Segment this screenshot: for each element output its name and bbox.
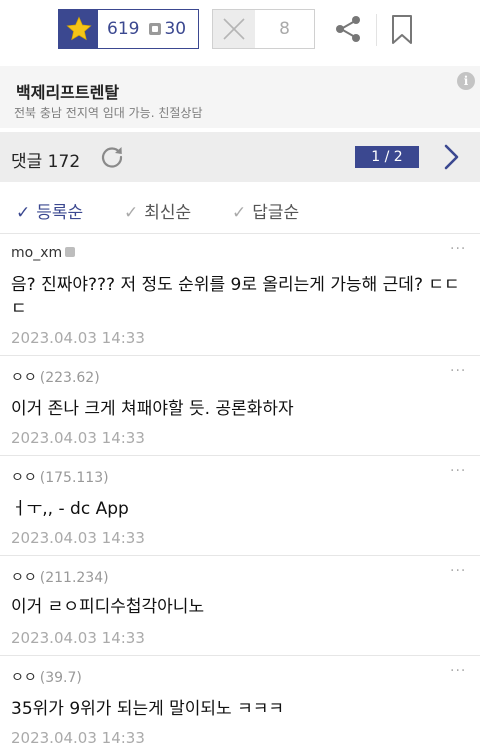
post-action-bar: 619 30 8 — [0, 0, 480, 62]
bookmark-icon[interactable] — [390, 14, 414, 46]
tab-label: 답글순 — [252, 203, 300, 223]
fixed-recommend-icon — [149, 23, 162, 35]
author-ip: (223.62) — [39, 370, 100, 386]
comment-text: 이거 존나 크게 쳐패야할 듯. 공론화하자 — [11, 399, 294, 419]
comment-item: ㅇㅇ (223.62) ··· 이거 존나 크게 쳐패야할 듯. 공론화하자 20… — [0, 357, 480, 456]
comment-date: 2023.04.03 14:33 — [11, 429, 145, 447]
more-icon[interactable]: ··· — [450, 241, 466, 257]
chevron-right-icon[interactable] — [440, 143, 462, 171]
more-icon[interactable]: ··· — [450, 463, 466, 479]
comment-date: 2023.04.03 14:33 — [11, 729, 145, 747]
comment-text: 음? 진짜야??? 저 정도 순위를 9로 올리는게 가능해 근데? ㄷㄷㄷ — [11, 275, 460, 319]
check-icon: ✓ — [124, 203, 139, 223]
tab-label: 최신순 — [144, 203, 192, 223]
author-name: ㅇㅇ — [11, 470, 37, 486]
refresh-icon[interactable] — [99, 144, 125, 170]
author-ip: (39.7) — [39, 670, 82, 686]
comment-text: 35위가 9위가 되는게 말이되노 ㅋㅋㅋ — [11, 699, 285, 719]
tab-label: 등록순 — [36, 203, 84, 223]
comment-item: mo_xm ··· 음? 진짜야??? 저 정도 순위를 9로 올리는게 가능해… — [0, 235, 480, 356]
comment-item: ㅇㅇ (39.7) ··· 35위가 9위가 되는게 말이되노 ㅋㅋㅋ 2023.… — [0, 657, 480, 756]
divider — [376, 14, 377, 46]
comment-author[interactable]: ㅇㅇ (223.62) — [11, 367, 100, 387]
comment-date: 2023.04.03 14:33 — [11, 329, 145, 347]
tab-sort-replies[interactable]: ✓ 답글순 — [232, 198, 299, 223]
more-icon[interactable]: ··· — [450, 663, 466, 679]
comment-text: ㅓㅜ,, - dc App — [11, 499, 129, 519]
ad-title: 백제리프트렌탈 — [16, 83, 120, 102]
author-name: ㅇㅇ — [11, 670, 37, 686]
comment-count: 댓글 172 — [11, 152, 81, 172]
ad-subtitle: 전북 충남 전지역 임대 가능. 친절상담 — [14, 106, 203, 120]
comment-date: 2023.04.03 14:33 — [11, 529, 145, 547]
comment-author[interactable]: ㅇㅇ (175.113) — [11, 467, 109, 487]
author-name: ㅇㅇ — [11, 370, 37, 386]
check-icon: ✓ — [16, 203, 31, 223]
ad-banner[interactable]: 백제리프트렌탈 전북 충남 전지역 임대 가능. 친절상담 — [0, 66, 480, 128]
comment-item: ㅇㅇ (211.234) ··· 이거 ㄹㅇ피디수첩각아니노 2023.04.03… — [0, 557, 480, 656]
more-icon[interactable]: ··· — [450, 563, 466, 579]
nonrecommend-button[interactable]: 8 — [212, 9, 315, 49]
sort-tabs: ✓ 등록순 ✓ 최신순 ✓ 답글순 — [0, 188, 480, 234]
fixed-nick-icon — [65, 247, 76, 257]
tab-sort-latest[interactable]: ✓ 최신순 — [124, 198, 191, 223]
recommend-button[interactable]: 619 30 — [58, 9, 199, 49]
comment-item: ㅇㅇ (175.113) ··· ㅓㅜ,, - dc App 2023.04.03… — [0, 457, 480, 556]
tab-sort-registered[interactable]: ✓ 등록순 — [16, 198, 83, 223]
author-ip: (175.113) — [39, 470, 109, 486]
recommend-count: 619 — [107, 19, 140, 39]
author-name: ㅇㅇ — [11, 570, 37, 586]
share-icon[interactable] — [333, 14, 363, 44]
page-indicator: 1 / 2 — [355, 146, 419, 168]
info-icon[interactable]: i — [457, 72, 475, 90]
nonrecommend-count: 8 — [279, 19, 290, 39]
comment-author[interactable]: ㅇㅇ (39.7) — [11, 667, 82, 687]
comment-author[interactable]: mo_xm — [11, 245, 76, 261]
more-icon[interactable]: ··· — [450, 363, 466, 379]
comment-date: 2023.04.03 14:33 — [11, 629, 145, 647]
star-icon — [59, 10, 98, 48]
author-ip: (211.234) — [39, 570, 109, 586]
fixed-recommend-count: 30 — [164, 19, 187, 39]
comment-author[interactable]: ㅇㅇ (211.234) — [11, 567, 109, 587]
x-icon — [213, 10, 255, 48]
check-icon: ✓ — [232, 203, 247, 223]
author-name: mo_xm — [11, 245, 63, 261]
comment-text: 이거 ㄹㅇ피디수첩각아니노 — [11, 597, 205, 617]
